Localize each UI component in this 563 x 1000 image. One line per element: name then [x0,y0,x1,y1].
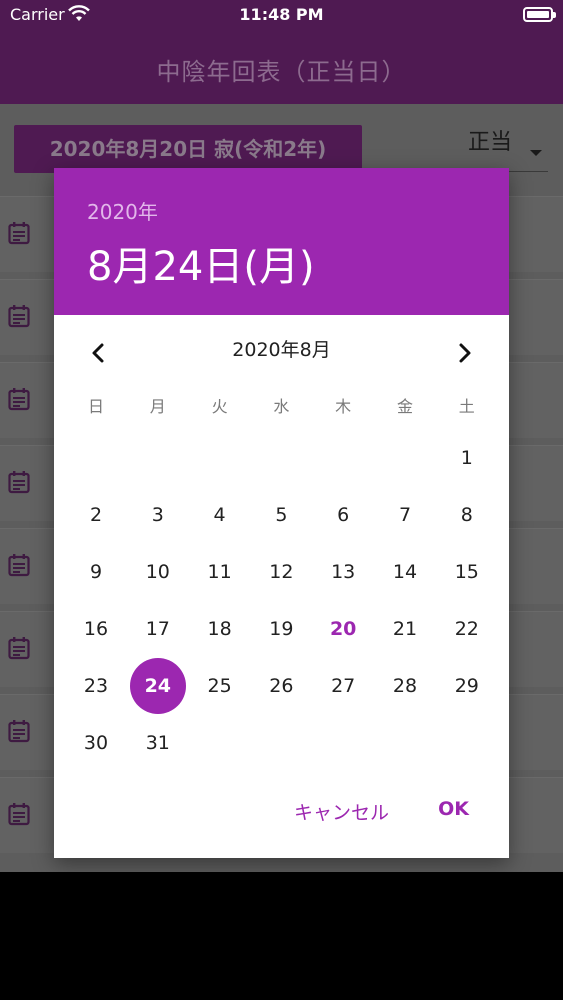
chevron-right-icon[interactable] [445,333,485,373]
day-cell[interactable]: 12 [253,544,309,600]
day-cell[interactable]: 4 [192,487,248,543]
weekday-label: 月 [149,397,166,416]
day-cell[interactable]: 26 [253,658,309,714]
status-bar: Carrier 11:48 PM [0,0,563,30]
day-cell[interactable]: 16 [68,601,124,657]
page-title: 中陰年回表（正当日） [156,58,407,86]
weekday-label: 金 [396,397,413,416]
day-cell[interactable]: 15 [439,544,495,600]
weekday-label: 火 [211,397,228,416]
day-cell[interactable]: 2 [68,487,124,543]
event-note-icon [8,803,30,826]
day-cell[interactable]: 23 [68,658,124,714]
day-cell[interactable]: 5 [253,487,309,543]
day-cell-selected[interactable]: 24 [129,658,186,714]
dialog-actions: キャンセル OK [54,788,509,838]
mode-dropdown-value: 正当 [468,130,513,155]
battery-icon [523,7,556,22]
day-cell[interactable]: 29 [439,658,495,714]
day-cell[interactable]: 22 [439,601,495,657]
dropdown-arrow-icon [530,150,542,156]
day-cell[interactable]: 14 [377,544,433,600]
header-year[interactable]: 2020年 [87,196,158,225]
dialog-header: 2020年 8月24日(月) [54,168,509,315]
date-picker-button[interactable]: 2020年8月20日 寂(令和2年) [14,125,362,173]
day-cell[interactable]: 17 [130,601,186,657]
day-cell[interactable]: 18 [192,601,248,657]
mode-dropdown[interactable]: 正当 [468,122,548,172]
weekday-label: 木 [335,397,352,416]
ok-button[interactable]: OK [438,798,469,820]
day-cell[interactable]: 11 [192,544,248,600]
day-cell[interactable]: 19 [253,601,309,657]
event-note-icon [8,720,30,743]
day-cell[interactable]: 3 [130,487,186,543]
event-note-icon [8,222,30,245]
date-picker-dialog: 2020年 8月24日(月) 2020年8月 日月火水木金土 123456789… [54,168,509,858]
app-bar: 中陰年回表（正当日） [0,30,563,104]
clock: 11:48 PM [239,5,324,24]
day-cell[interactable]: 31 [130,715,186,771]
day-cell[interactable]: 7 [377,487,433,543]
event-note-icon [8,388,30,411]
day-cell[interactable]: 27 [315,658,371,714]
weekday-label: 土 [458,397,475,416]
day-cell[interactable]: 10 [130,544,186,600]
day-cell[interactable]: 20 [315,601,371,657]
day-cell[interactable]: 25 [192,658,248,714]
day-cell[interactable]: 28 [377,658,433,714]
day-cell[interactable]: 21 [377,601,433,657]
event-note-icon [8,471,30,494]
month-navigation: 2020年8月 [54,315,509,385]
header-selected-date: 8月24日(月) [87,244,315,290]
day-cell[interactable]: 13 [315,544,371,600]
day-cell[interactable]: 1 [439,430,495,486]
day-cell[interactable]: 8 [439,487,495,543]
weekday-label: 水 [273,397,290,416]
event-note-icon [8,305,30,328]
cancel-button[interactable]: キャンセル [294,798,389,825]
day-cell[interactable]: 30 [68,715,124,771]
day-cell[interactable]: 9 [68,544,124,600]
event-note-icon [8,637,30,660]
bottom-area [0,872,563,1000]
day-cell[interactable]: 6 [315,487,371,543]
weekday-label: 日 [87,397,104,416]
month-label: 2020年8月 [232,339,331,361]
event-note-icon [8,554,30,577]
